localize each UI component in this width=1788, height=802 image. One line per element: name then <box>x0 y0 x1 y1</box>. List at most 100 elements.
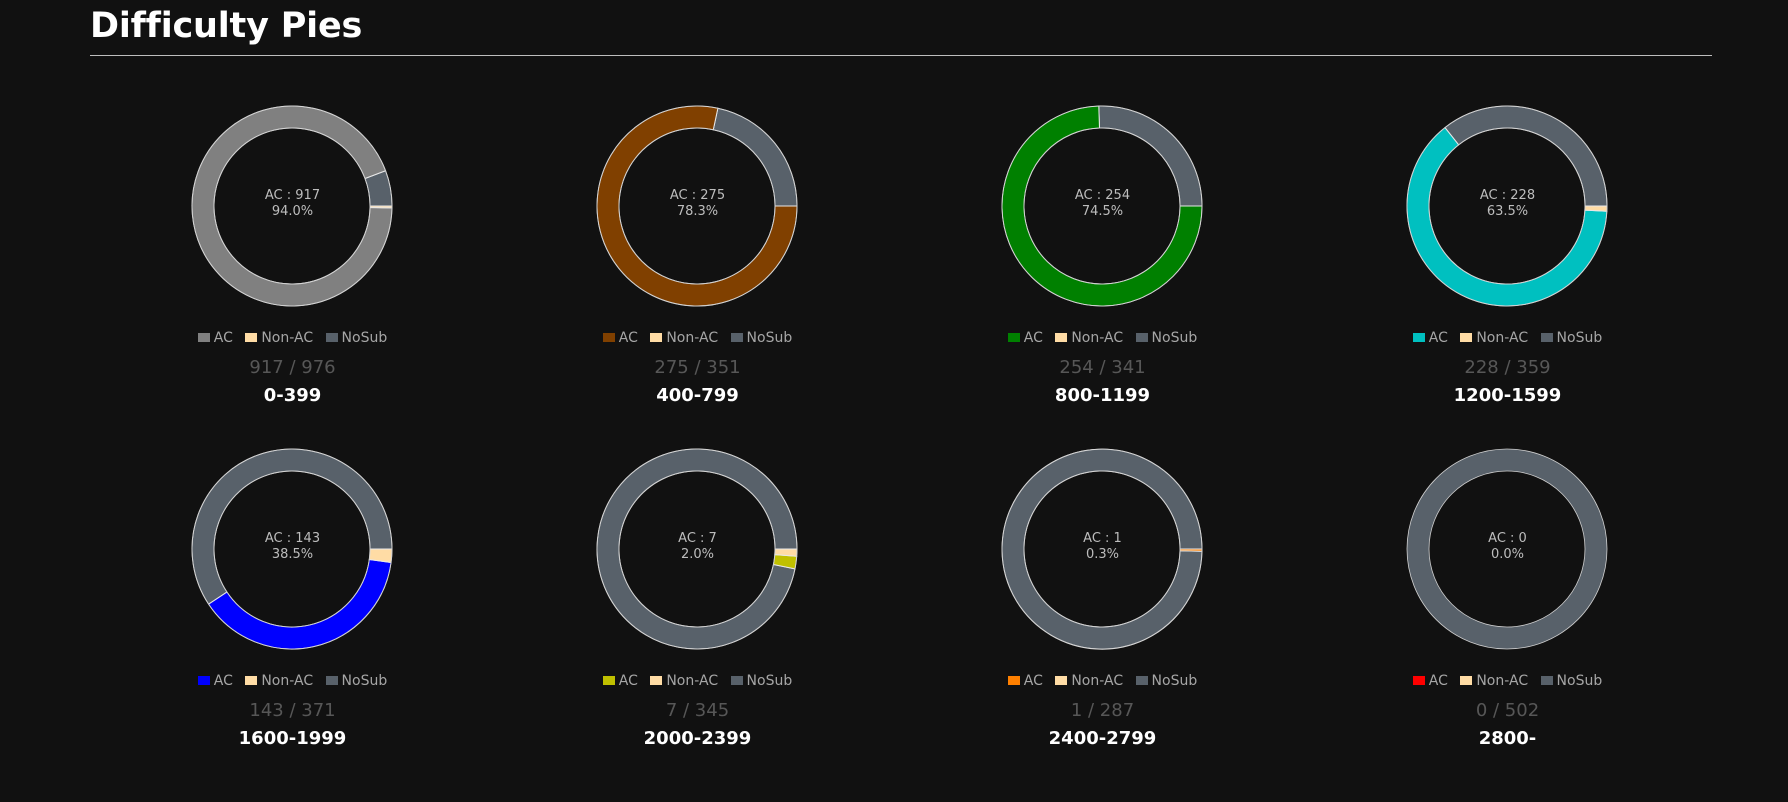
legend-label: AC <box>618 330 638 346</box>
ac-count-label: AC : 228 <box>1479 188 1536 203</box>
ac-fraction: 7 / 345 <box>665 700 730 721</box>
legend-item-ac[interactable]: AC <box>1412 330 1448 346</box>
legend-item-non-ac[interactable]: Non-AC <box>245 673 313 689</box>
legend-item-nosub[interactable]: NoSub <box>1135 330 1198 346</box>
legend-label: Non-AC <box>1071 673 1124 689</box>
legend-item-nosub[interactable]: NoSub <box>730 330 792 346</box>
legend-label: NoSub <box>746 673 793 689</box>
legend-item-nosub[interactable]: NoSub <box>730 673 793 689</box>
ac-percent-label: 38.5% <box>271 547 314 562</box>
legend-swatch-non-ac <box>1460 333 1473 342</box>
legend-label: AC <box>618 673 638 689</box>
legend: AC Non-AC NoSub <box>1305 330 1710 346</box>
legend-item-non-ac[interactable]: Non-AC <box>1055 330 1123 346</box>
pie-card: AC : 1 0.3% AC Non-AC NoSub 1 / 287 2400… <box>900 427 1305 763</box>
legend-label: AC <box>1428 673 1448 689</box>
legend-label: AC <box>213 330 233 346</box>
legend-item-ac[interactable]: AC <box>1007 673 1043 689</box>
pie-card: AC : 917 94.0% AC Non-AC NoSub 917 / 976… <box>90 84 495 420</box>
legend-swatch-non-ac <box>245 676 258 685</box>
legend-item-non-ac[interactable]: Non-AC <box>1460 330 1528 346</box>
legend-item-non-ac[interactable]: Non-AC <box>1460 673 1528 689</box>
pie-slice-nosub[interactable] <box>191 448 393 605</box>
legend-item-nosub[interactable]: NoSub <box>325 673 387 689</box>
legend: AC Non-AC NoSub <box>90 673 495 689</box>
ac-percent-label: 0.0% <box>1490 547 1525 562</box>
ac-percent-label: 94.0% <box>271 204 314 219</box>
ac-percent-label: 63.5% <box>1486 204 1529 219</box>
legend: AC Non-AC NoSub <box>900 673 1305 689</box>
legend-item-ac[interactable]: AC <box>602 330 638 346</box>
legend-item-non-ac[interactable]: Non-AC <box>650 673 718 689</box>
page-title: Difficulty Pies <box>90 6 363 46</box>
legend-item-nosub[interactable]: NoSub <box>1135 673 1198 689</box>
ac-count-label: AC : 1 <box>1083 531 1122 546</box>
legend-swatch-non-ac <box>1055 676 1068 685</box>
legend-label: NoSub <box>1151 673 1198 689</box>
pie-card: AC : 7 2.0% AC Non-AC NoSub 7 / 345 2000… <box>495 427 900 763</box>
legend-label: Non-AC <box>666 330 719 346</box>
pie-card: AC : 0 0.0% AC Non-AC NoSub 0 / 502 2800… <box>1305 427 1710 763</box>
legend-label: Non-AC <box>1071 330 1124 346</box>
difficulty-range-title: 800-1199 <box>1054 385 1151 406</box>
legend: AC Non-AC NoSub <box>495 330 900 346</box>
legend-swatch-ac <box>1007 676 1020 685</box>
legend-swatch-nosub <box>1540 676 1553 685</box>
legend-label: AC <box>1023 330 1043 346</box>
ac-count-label: AC : 0 <box>1488 531 1527 546</box>
ac-fraction: 228 / 359 <box>1464 357 1551 378</box>
legend-item-nosub[interactable]: NoSub <box>325 330 388 346</box>
legend-swatch-nosub <box>325 676 338 685</box>
ac-count-label: AC : 143 <box>264 531 321 546</box>
legend-item-non-ac[interactable]: Non-AC <box>1055 673 1123 689</box>
legend-swatch-ac <box>602 676 615 685</box>
legend-label: NoSub <box>341 330 388 346</box>
ac-percent-label: 0.3% <box>1085 547 1120 562</box>
legend-swatch-ac <box>1412 676 1425 685</box>
difficulty-range-title: 2400-2799 <box>1048 728 1157 749</box>
legend-item-nosub[interactable]: NoSub <box>1540 673 1603 689</box>
ac-count-label: AC : 7 <box>678 531 717 546</box>
legend-label: AC <box>1428 330 1448 346</box>
legend-swatch-non-ac <box>1460 676 1473 685</box>
pie-card: AC : 228 63.5% AC Non-AC NoSub 228 / 359… <box>1305 84 1710 420</box>
ac-fraction: 143 / 371 <box>249 700 336 721</box>
ac-percent-label: 2.0% <box>680 547 715 562</box>
legend-swatch-non-ac <box>1055 333 1068 342</box>
ac-count-label: AC : 275 <box>669 188 726 203</box>
legend-swatch-nosub <box>1540 333 1553 342</box>
legend: AC Non-AC NoSub <box>495 673 900 689</box>
legend-label: Non-AC <box>261 330 314 346</box>
legend-swatch-ac <box>1412 333 1425 342</box>
legend-swatch-non-ac <box>650 676 663 685</box>
legend-item-non-ac[interactable]: Non-AC <box>650 330 718 346</box>
legend-label: Non-AC <box>666 673 719 689</box>
legend-swatch-nosub <box>730 333 743 342</box>
legend-item-ac[interactable]: AC <box>1007 330 1043 346</box>
legend-label: NoSub <box>1151 330 1198 346</box>
legend-label: NoSub <box>1556 330 1603 346</box>
pie-card: AC : 275 78.3% AC Non-AC NoSub 275 / 351… <box>495 84 900 420</box>
legend-label: NoSub <box>1556 673 1603 689</box>
legend-item-ac[interactable]: AC <box>1412 673 1448 689</box>
legend-swatch-non-ac <box>650 333 663 342</box>
pie-grid: AC : 917 94.0% AC Non-AC NoSub 917 / 976… <box>90 84 1712 764</box>
ac-fraction: 275 / 351 <box>654 357 741 378</box>
difficulty-range-title: 0-399 <box>263 385 322 406</box>
legend-item-ac[interactable]: AC <box>197 673 233 689</box>
legend-item-nosub[interactable]: NoSub <box>1540 330 1603 346</box>
legend-item-non-ac[interactable]: Non-AC <box>245 330 313 346</box>
ac-count-label: AC : 917 <box>264 188 321 203</box>
ac-fraction: 1 / 287 <box>1070 700 1135 721</box>
legend-swatch-ac <box>197 333 210 342</box>
pie-card: AC : 143 38.5% AC Non-AC NoSub 143 / 371… <box>90 427 495 763</box>
legend-label: Non-AC <box>1476 330 1529 346</box>
legend-swatch-nosub <box>1135 676 1148 685</box>
legend-label: Non-AC <box>261 673 314 689</box>
difficulty-range-title: 1200-1599 <box>1453 385 1562 406</box>
legend-item-ac[interactable]: AC <box>197 330 233 346</box>
pie-slice-ac[interactable] <box>208 559 392 650</box>
ac-percent-label: 74.5% <box>1081 204 1124 219</box>
legend: AC Non-AC NoSub <box>900 330 1305 346</box>
legend-item-ac[interactable]: AC <box>602 673 638 689</box>
